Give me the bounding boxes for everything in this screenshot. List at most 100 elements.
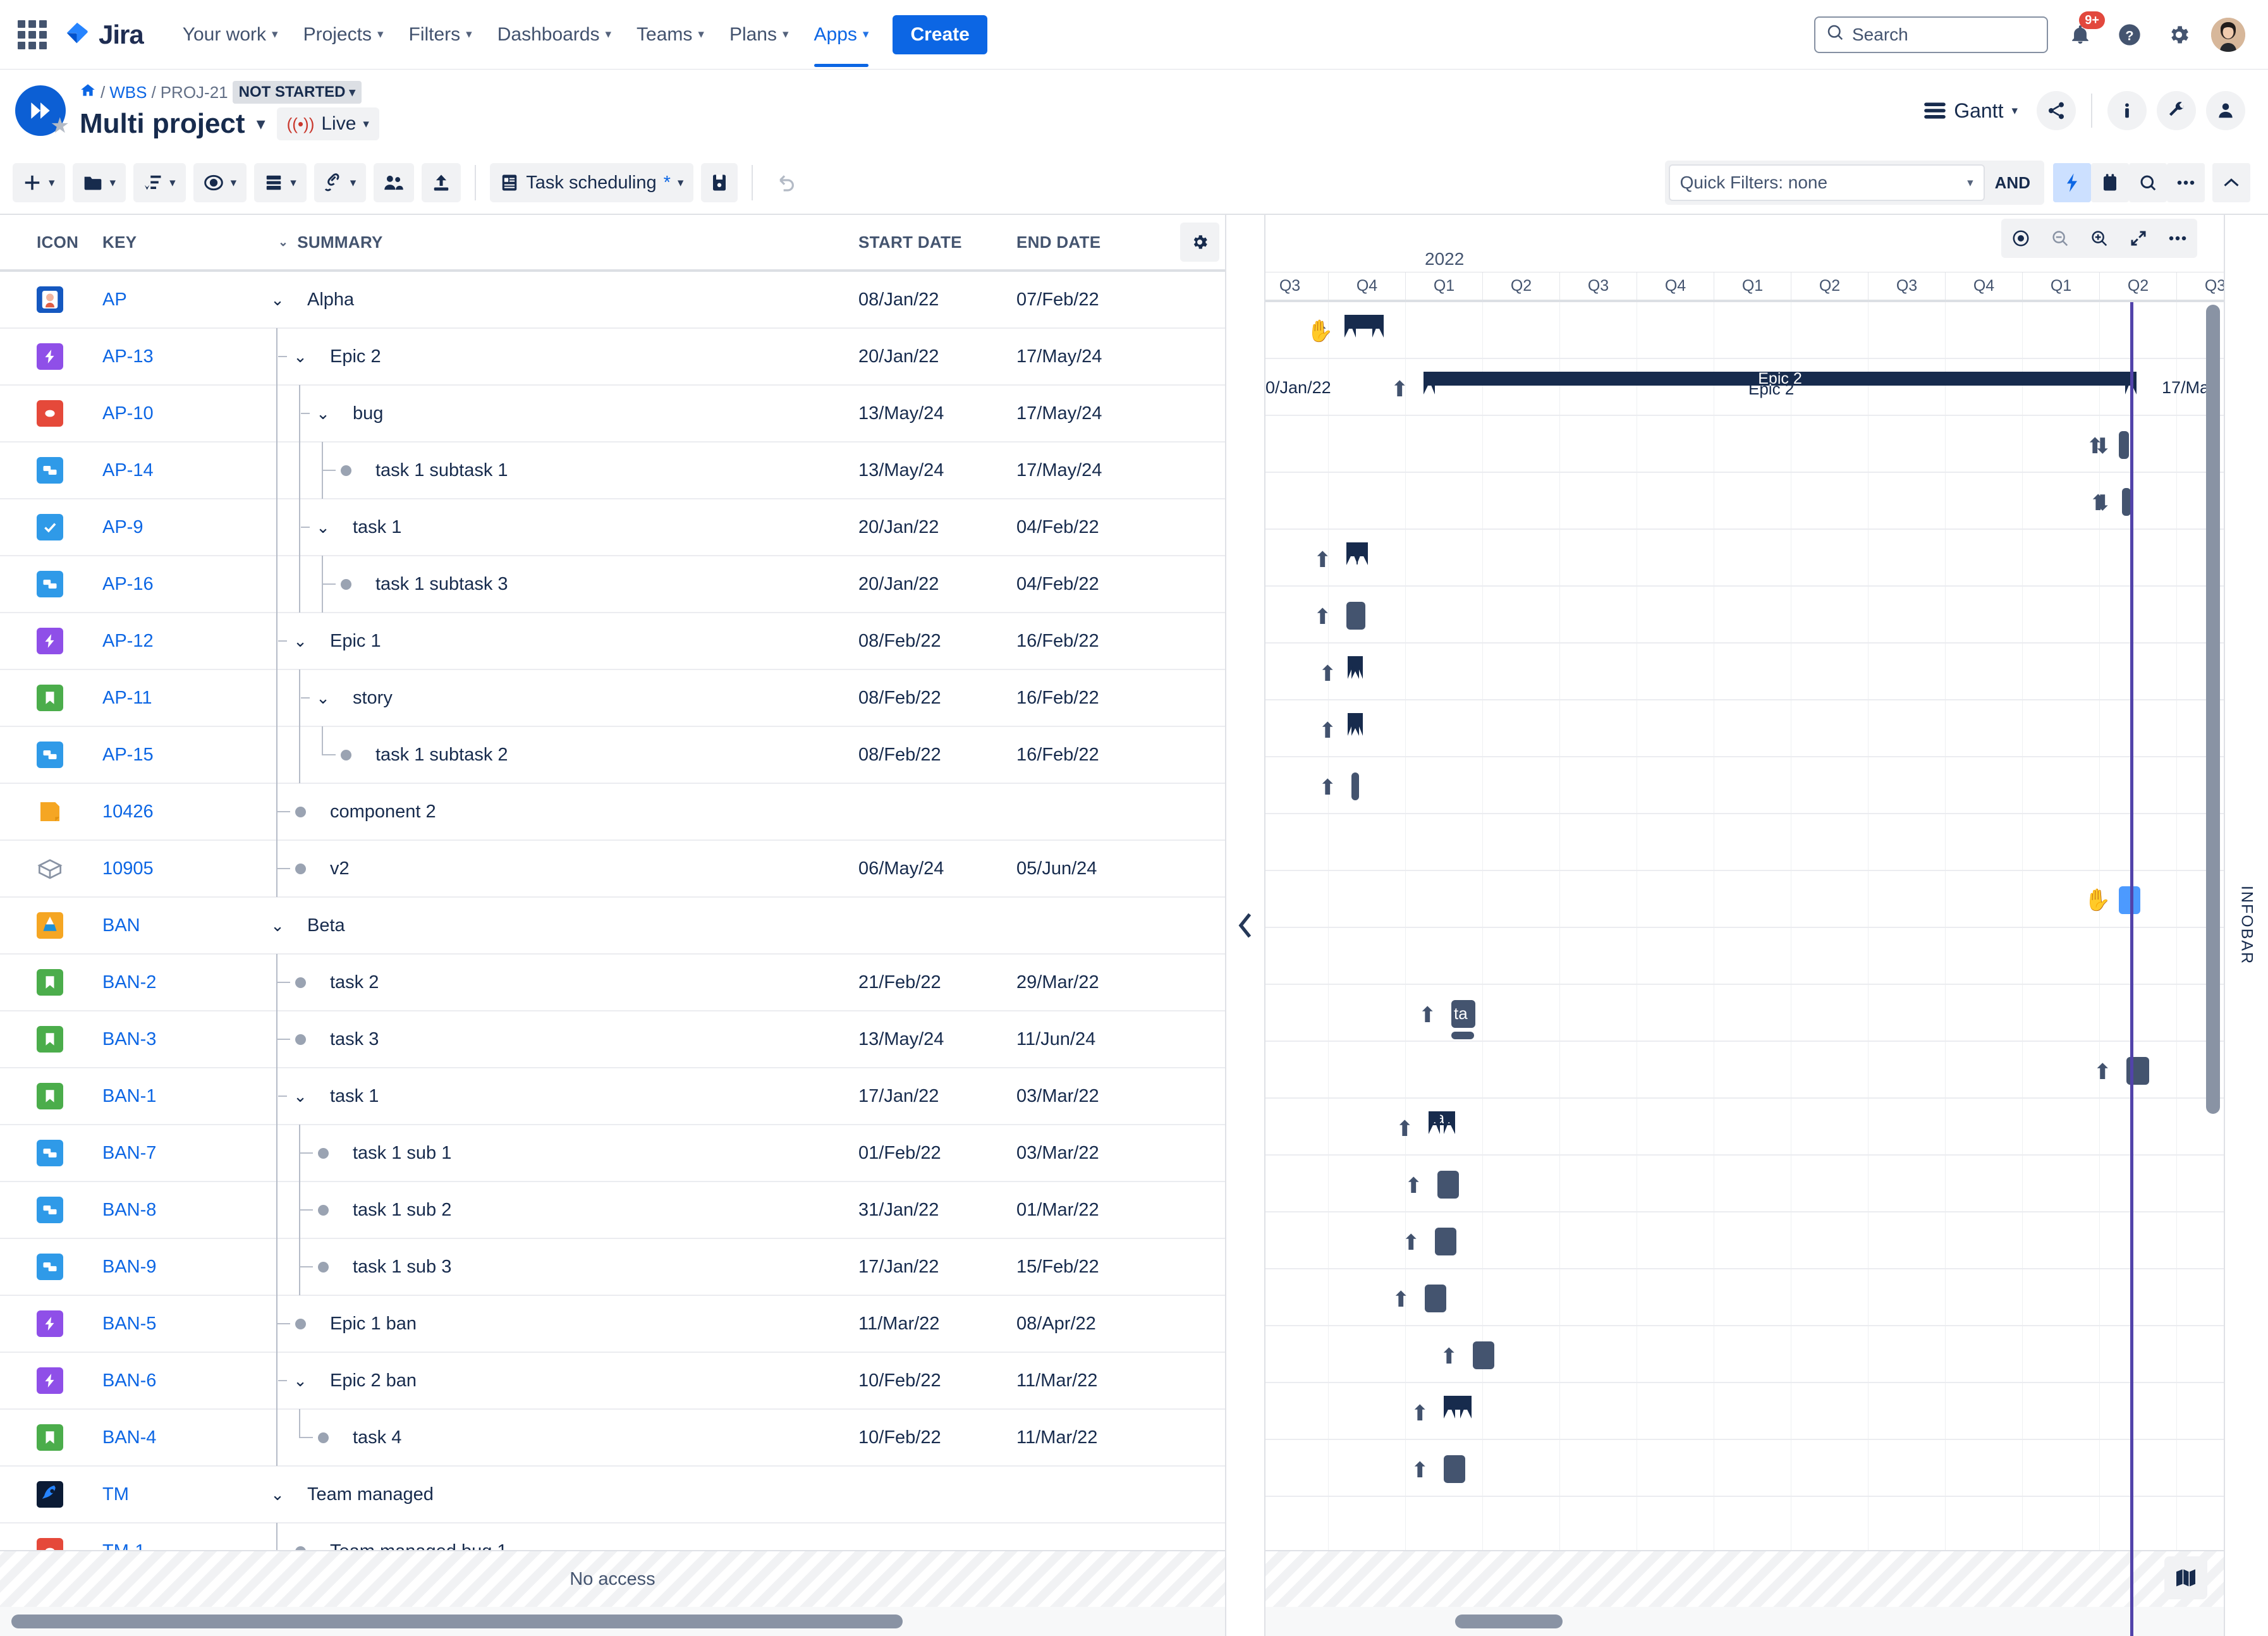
- row-expand-toggle[interactable]: ⌄: [271, 291, 284, 308]
- row-key-cell[interactable]: TM-1: [88, 1541, 265, 1551]
- gantt-task-bar[interactable]: [2119, 431, 2129, 459]
- table-row[interactable]: AP-16 task 1 subtask 3 20/Jan/22 04/Feb/22: [0, 556, 1225, 613]
- row-summary-cell[interactable]: Team managed bug 1: [265, 1523, 858, 1550]
- gantt-row[interactable]: ⬆: [1265, 1212, 2224, 1269]
- row-key-cell[interactable]: BAN-3: [88, 1029, 265, 1050]
- scrollbar-thumb[interactable]: [11, 1615, 903, 1628]
- row-summary-cell[interactable]: task 1 subtask 2: [265, 726, 858, 783]
- row-summary-cell[interactable]: ⌄ Epic 2: [265, 328, 858, 385]
- issue-key-link[interactable]: TM-1: [102, 1541, 145, 1551]
- row-expand-toggle[interactable]: ⌄: [316, 405, 330, 422]
- row-summary-cell[interactable]: task 1 sub 1: [265, 1125, 858, 1181]
- row-expand-toggle[interactable]: ⌄: [293, 1372, 307, 1389]
- issue-key-link[interactable]: BAN-6: [102, 1370, 156, 1391]
- row-summary-cell[interactable]: task 2: [265, 954, 858, 1011]
- home-icon[interactable]: [80, 82, 96, 103]
- quick-filters-select[interactable]: Quick Filters: none ▾: [1668, 164, 1985, 201]
- export-button[interactable]: [422, 163, 461, 202]
- row-summary-cell[interactable]: component 2: [265, 783, 858, 840]
- row-end-date[interactable]: 08/Apr/22: [1016, 1314, 1174, 1334]
- row-start-date[interactable]: 13/May/24: [858, 403, 1016, 424]
- table-row[interactable]: AP-10 ⌄ bug 13/May/24 17/May/24: [0, 385, 1225, 443]
- status-badge[interactable]: NOT STARTED ▾: [232, 81, 362, 104]
- row-end-date[interactable]: 04/Feb/22: [1016, 517, 1174, 538]
- row-start-date[interactable]: 20/Jan/22: [858, 517, 1016, 538]
- dependency-down-icon[interactable]: ⬇: [2094, 491, 2112, 516]
- row-key-cell[interactable]: AP-13: [88, 346, 265, 367]
- save-button[interactable]: [701, 163, 738, 202]
- search-button[interactable]: [2129, 163, 2167, 202]
- sort-button[interactable]: ▾: [133, 163, 186, 202]
- issue-key-link[interactable]: AP-16: [102, 574, 154, 594]
- issue-key-link[interactable]: AP-13: [102, 346, 154, 367]
- row-key-cell[interactable]: BAN-1: [88, 1086, 265, 1107]
- row-key-cell[interactable]: BAN-4: [88, 1427, 265, 1448]
- gantt-row[interactable]: ⬆ ✋: [1265, 302, 2224, 359]
- gantt-row[interactable]: ta ⬆: [1265, 985, 2224, 1042]
- gantt-task-bar[interactable]: ta: [1451, 1000, 1475, 1028]
- share-icon[interactable]: [2037, 91, 2076, 130]
- issue-key-link[interactable]: AP-10: [102, 403, 154, 424]
- notifications-button[interactable]: 9+: [2063, 11, 2105, 52]
- row-start-date[interactable]: 31/Jan/22: [858, 1200, 1016, 1221]
- columns-button[interactable]: ▾: [254, 163, 307, 202]
- title-chevron-down-icon[interactable]: ▾: [257, 115, 265, 133]
- row-summary-cell[interactable]: ⌄ Team managed: [265, 1466, 858, 1523]
- nav-your-work[interactable]: Your work ▾: [171, 16, 290, 53]
- dependency-up-icon[interactable]: ⬆: [1391, 377, 1409, 402]
- row-start-date[interactable]: 20/Jan/22: [858, 346, 1016, 367]
- person-icon[interactable]: [2206, 91, 2245, 130]
- row-key-cell[interactable]: BAN: [88, 915, 265, 936]
- gantt-row[interactable]: ⬆ ⬆: [1265, 1042, 2224, 1099]
- nav-filters[interactable]: Filters ▾: [398, 16, 484, 53]
- row-end-date[interactable]: 11/Jun/24: [1016, 1029, 1174, 1050]
- gantt-row[interactable]: Epic 220/Jan/2217/MaEpic 2⬆: [1265, 359, 2224, 416]
- row-start-date[interactable]: 10/Feb/22: [858, 1427, 1016, 1448]
- issue-key-link[interactable]: AP-14: [102, 460, 154, 480]
- row-summary-cell[interactable]: task 1 subtask 3: [265, 556, 858, 613]
- gantt-task-bar[interactable]: [1425, 1285, 1446, 1312]
- row-end-date[interactable]: 16/Feb/22: [1016, 631, 1174, 652]
- row-key-cell[interactable]: BAN-2: [88, 972, 265, 993]
- link-button[interactable]: ▾: [314, 163, 367, 202]
- infobar-panel[interactable]: INFOBAR: [2224, 215, 2268, 1636]
- apps-grid-icon[interactable]: [18, 20, 47, 49]
- row-summary-cell[interactable]: v2: [265, 840, 858, 897]
- table-row[interactable]: AP-12 ⌄ Epic 1 08/Feb/22 16/Feb/22: [0, 613, 1225, 670]
- gantt-more-button[interactable]: [2158, 219, 2197, 258]
- row-summary-cell[interactable]: ⌄ Alpha: [265, 272, 858, 328]
- row-end-date[interactable]: 17/May/24: [1016, 403, 1174, 424]
- lightning-button[interactable]: [2053, 163, 2091, 202]
- row-end-date[interactable]: 15/Feb/22: [1016, 1257, 1174, 1278]
- gantt-task-bar[interactable]: [1437, 1171, 1459, 1199]
- row-start-date[interactable]: 08/Feb/22: [858, 631, 1016, 652]
- avatar[interactable]: [2211, 17, 2245, 52]
- table-row[interactable]: BAN-1 ⌄ task 1 17/Jan/22 03/Mar/22: [0, 1068, 1225, 1125]
- table-row[interactable]: BAN-8 task 1 sub 2 31/Jan/22 01/Mar/22: [0, 1181, 1225, 1239]
- table-row[interactable]: BAN-6 ⌄ Epic 2 ban 10/Feb/22 11/Mar/22: [0, 1352, 1225, 1410]
- issue-key-link[interactable]: BAN-5: [102, 1314, 156, 1334]
- gantt-row[interactable]: ⬆: [1265, 1383, 2224, 1440]
- zoom-out-button[interactable]: [2040, 219, 2080, 258]
- row-end-date[interactable]: 04/Feb/22: [1016, 574, 1174, 595]
- row-end-date[interactable]: 11/Mar/22: [1016, 1427, 1174, 1448]
- nav-plans[interactable]: Plans ▾: [718, 16, 800, 53]
- table-row[interactable]: AP ⌄ Alpha 08/Jan/22 07/Feb/22: [0, 272, 1225, 329]
- gantt-row[interactable]: [1265, 928, 2224, 985]
- issue-key-link[interactable]: BAN-3: [102, 1029, 156, 1049]
- gantt-row[interactable]: ⬆ ⬇: [1265, 473, 2224, 530]
- gantt-horizontal-scrollbar[interactable]: [1265, 1607, 2224, 1636]
- gantt-row[interactable]: ⬆: [1265, 1269, 2224, 1326]
- table-row[interactable]: BAN ⌄ Beta: [0, 898, 1225, 955]
- gantt-task-bar[interactable]: [1351, 772, 1359, 800]
- table-row[interactable]: BAN-5 Epic 1 ban 11/Mar/22 08/Apr/22: [0, 1295, 1225, 1353]
- row-summary-cell[interactable]: task 1 sub 3: [265, 1238, 858, 1295]
- gantt-row[interactable]: [1265, 1497, 2224, 1554]
- row-start-date[interactable]: 10/Feb/22: [858, 1370, 1016, 1391]
- create-button[interactable]: Create: [893, 15, 987, 54]
- dependency-up-icon[interactable]: ⬆: [1392, 1287, 1410, 1312]
- row-key-cell[interactable]: TM: [88, 1484, 265, 1505]
- dependency-up-icon[interactable]: ⬆: [1319, 775, 1337, 800]
- row-summary-cell[interactable]: task 1 subtask 1: [265, 442, 858, 499]
- row-start-date[interactable]: 17/Jan/22: [858, 1257, 1016, 1278]
